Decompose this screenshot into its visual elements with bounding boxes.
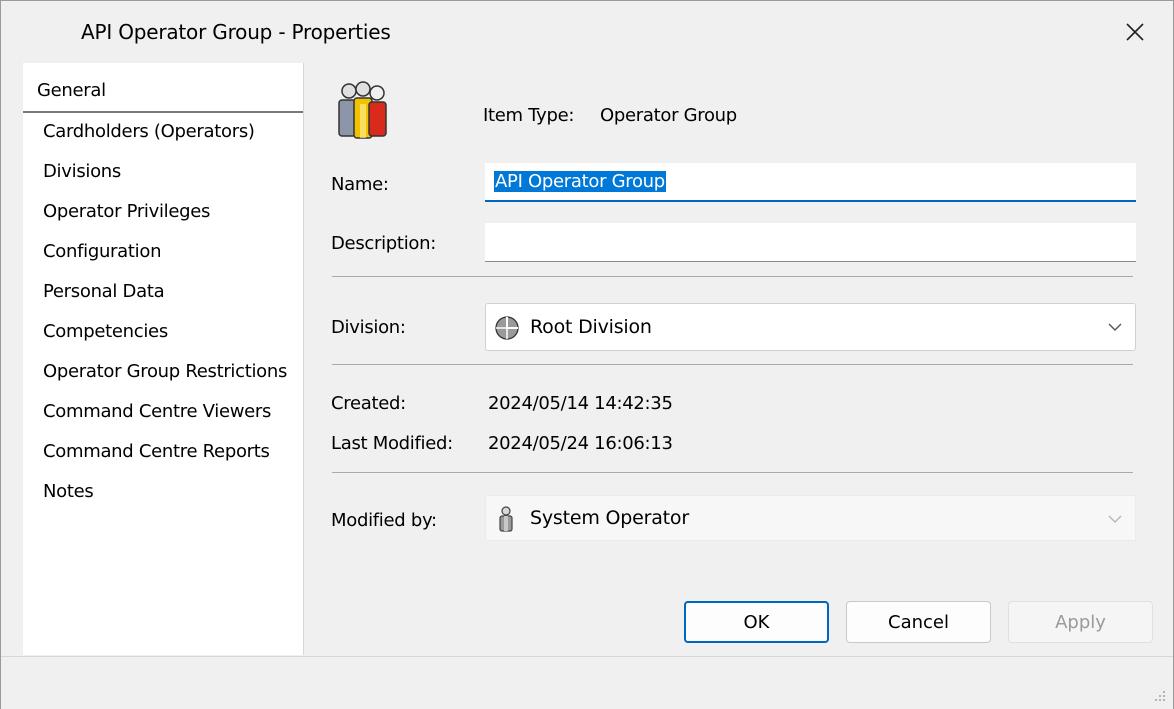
nav-item-label: Personal Data	[43, 281, 165, 302]
division-icon	[495, 316, 519, 340]
close-icon	[1126, 23, 1144, 41]
nav-item-general[interactable]: General	[23, 63, 303, 113]
operator-group-icon	[338, 81, 387, 139]
nav-item-cardholders[interactable]: Cardholders (Operators)	[23, 113, 303, 153]
ok-button[interactable]: OK	[684, 601, 829, 643]
created-value: 2024/05/14 14:42:35	[488, 393, 673, 414]
nav-item-label: Operator Privileges	[43, 201, 211, 222]
modified-by-value: System Operator	[530, 507, 689, 529]
close-button[interactable]	[1107, 9, 1163, 55]
division-select[interactable]: Root Division	[485, 303, 1136, 351]
nav-item-label: Cardholders (Operators)	[43, 121, 255, 142]
nav-item-label: Command Centre Reports	[43, 441, 270, 462]
operator-icon	[499, 506, 513, 532]
chevron-down-icon	[1108, 515, 1122, 523]
nav-item-operator-group-restrictions[interactable]: Operator Group Restrictions	[23, 353, 303, 393]
modified-by-label: Modified by:	[331, 510, 437, 531]
window-title: API Operator Group - Properties	[81, 20, 391, 44]
title-bar: API Operator Group - Properties	[1, 1, 1173, 63]
nav-item-label: Competencies	[43, 321, 168, 342]
division-label: Division:	[331, 317, 406, 338]
description-label: Description:	[331, 233, 436, 254]
nav-item-label: General	[37, 80, 106, 101]
nav-item-configuration[interactable]: Configuration	[23, 233, 303, 273]
nav-item-divisions[interactable]: Divisions	[23, 153, 303, 193]
modified-by-select: System Operator	[485, 495, 1136, 541]
nav-item-label: Divisions	[43, 161, 121, 182]
separator	[332, 472, 1133, 473]
apply-button-label: Apply	[1055, 611, 1106, 633]
nav-item-label: Operator Group Restrictions	[43, 361, 288, 382]
category-list: General Cardholders (Operators) Division…	[23, 63, 304, 655]
name-input-value: API Operator Group	[494, 171, 666, 192]
separator	[332, 364, 1133, 365]
item-type-value: Operator Group	[600, 105, 737, 126]
nav-item-command-centre-reports[interactable]: Command Centre Reports	[23, 433, 303, 473]
resize-grip-icon[interactable]	[1153, 689, 1167, 703]
nav-item-label: Command Centre Viewers	[43, 401, 272, 422]
last-modified-value: 2024/05/24 16:06:13	[488, 433, 673, 454]
description-input[interactable]	[485, 223, 1136, 262]
nav-item-personal-data[interactable]: Personal Data	[23, 273, 303, 313]
name-label: Name:	[331, 174, 389, 195]
nav-item-label: Configuration	[43, 241, 162, 262]
cancel-button-label: Cancel	[888, 611, 949, 633]
division-value: Root Division	[530, 316, 652, 338]
nav-item-label: Notes	[43, 481, 94, 502]
created-label: Created:	[331, 393, 406, 414]
apply-button[interactable]: Apply	[1008, 601, 1153, 643]
nav-item-competencies[interactable]: Competencies	[23, 313, 303, 353]
general-page: Item Type: Operator Group Name: API Oper…	[304, 63, 1173, 655]
separator	[332, 276, 1133, 277]
nav-item-command-centre-viewers[interactable]: Command Centre Viewers	[23, 393, 303, 433]
nav-item-notes[interactable]: Notes	[23, 473, 303, 513]
cancel-button[interactable]: Cancel	[846, 601, 991, 643]
nav-item-operator-privileges[interactable]: Operator Privileges	[23, 193, 303, 233]
ok-button-label: OK	[743, 611, 770, 633]
status-bar	[1, 656, 1173, 709]
chevron-down-icon	[1108, 323, 1122, 331]
last-modified-label: Last Modified:	[331, 433, 453, 454]
item-type-label: Item Type:	[483, 105, 575, 126]
properties-dialog: API Operator Group - Properties General …	[0, 0, 1174, 709]
name-input[interactable]: API Operator Group	[485, 163, 1136, 202]
